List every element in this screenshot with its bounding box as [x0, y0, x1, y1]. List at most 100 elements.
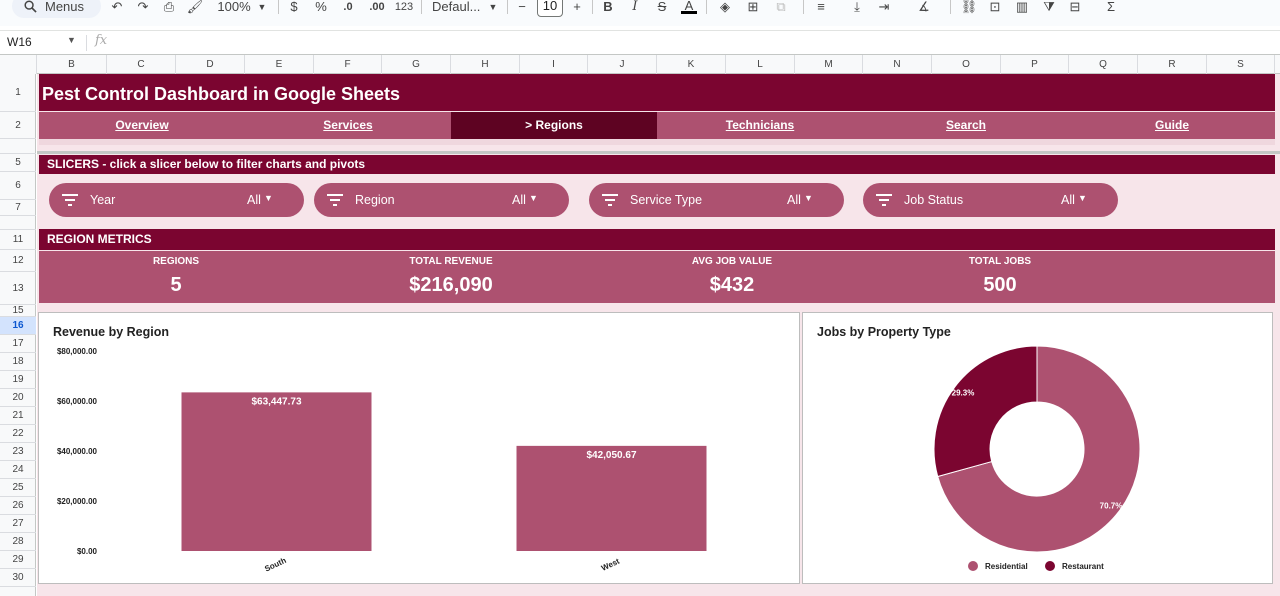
column-header[interactable]: E	[245, 55, 314, 74]
number-format-button[interactable]: 123	[394, 0, 414, 14]
column-header[interactable]: O	[932, 55, 1001, 74]
column-header[interactable]: I	[520, 55, 588, 74]
column-header[interactable]: H	[451, 55, 520, 74]
row-header[interactable]: 12	[0, 250, 36, 272]
functions-button[interactable]: Σ	[1104, 0, 1118, 14]
revenue-by-region-chart[interactable]: Revenue by Region $0.00 $20,000.00 $40,000…	[38, 312, 800, 584]
row-header[interactable]: 5	[0, 154, 36, 172]
donut-slice[interactable]	[933, 345, 1038, 478]
chevron-down-icon[interactable]: ▼	[488, 0, 498, 14]
nav-tab-technicians[interactable]: Technicians	[657, 112, 863, 139]
fill-color-icon[interactable]: ◈	[716, 0, 734, 14]
column-header[interactable]: N	[863, 55, 932, 74]
select-all-corner[interactable]	[0, 55, 37, 74]
search-menus-button[interactable]: Menus	[12, 0, 101, 18]
chevron-down-icon[interactable]: ▼	[67, 35, 76, 45]
slicer-region[interactable]: Region All ▼	[314, 183, 569, 217]
row-header[interactable]: 26	[0, 497, 36, 515]
column-header[interactable]: B	[37, 55, 107, 74]
row-header[interactable]: 2	[0, 112, 36, 139]
chevron-down-icon[interactable]: ▼	[257, 0, 267, 14]
insert-comment-icon[interactable]: ⊡	[987, 0, 1003, 14]
text-wrap-icon[interactable]: ⇥	[877, 0, 891, 14]
filter-icon[interactable]: ⧩	[1041, 0, 1057, 14]
row-header[interactable]: 6	[0, 172, 36, 200]
font-select[interactable]: Defaul...	[432, 0, 488, 14]
strikethrough-button[interactable]: S	[655, 0, 669, 14]
column-header[interactable]: S	[1207, 55, 1275, 74]
nav-tab-regions[interactable]: > Regions	[451, 112, 657, 139]
column-header[interactable]: J	[588, 55, 657, 74]
row-header-selected[interactable]: 16	[0, 317, 36, 335]
row-header[interactable]	[0, 139, 36, 154]
vertical-align-icon[interactable]: ⤓	[850, 0, 864, 14]
bar[interactable]	[516, 445, 707, 551]
nav-tab-search[interactable]: Search	[863, 112, 1069, 139]
row-header[interactable]: 15	[0, 305, 36, 317]
row-header[interactable]: 24	[0, 461, 36, 479]
name-box[interactable]: W16	[7, 35, 32, 49]
column-header[interactable]: R	[1138, 55, 1207, 74]
row-header[interactable]: 23	[0, 443, 36, 461]
align-left-icon[interactable]: ≡	[813, 0, 829, 14]
percent-format-button[interactable]: %	[313, 0, 329, 14]
currency-format-button[interactable]: $	[287, 0, 301, 14]
freeze-divider[interactable]	[37, 151, 1280, 154]
column-header[interactable]: C	[107, 55, 176, 74]
undo-icon[interactable]: ↶	[109, 0, 125, 14]
row-header[interactable]: 19	[0, 371, 36, 389]
column-header[interactable]: P	[1001, 55, 1069, 74]
bar[interactable]	[181, 392, 372, 551]
row-header[interactable]: 18	[0, 353, 36, 371]
paint-format-icon[interactable]: 🖌	[186, 0, 204, 14]
row-header[interactable]: 7	[0, 200, 36, 216]
insert-chart-icon[interactable]: ▥	[1014, 0, 1030, 14]
row-header[interactable]	[0, 216, 36, 230]
row-header[interactable]: 20	[0, 389, 36, 407]
row-header[interactable]: 29	[0, 551, 36, 569]
text-rotation-icon[interactable]: ∡	[917, 0, 931, 14]
column-header[interactable]: D	[176, 55, 245, 74]
slicer-year[interactable]: Year All ▼	[49, 183, 304, 217]
row-header[interactable]: 25	[0, 479, 36, 497]
merge-cells-icon[interactable]: ⧉	[772, 0, 790, 14]
filter-icon	[876, 194, 892, 206]
filter-views-icon[interactable]: ⊟	[1066, 0, 1084, 14]
row-header[interactable]: 13	[0, 272, 36, 305]
column-header[interactable]: F	[314, 55, 382, 74]
row-header[interactable]: 27	[0, 515, 36, 533]
slicer-job-status[interactable]: Job Status All ▼	[863, 183, 1118, 217]
insert-link-icon[interactable]: ⛓	[960, 0, 978, 14]
nav-tab-services[interactable]: Services	[245, 112, 451, 139]
column-header[interactable]: K	[657, 55, 726, 74]
decrease-decimal-button[interactable]: .0	[338, 0, 358, 14]
zoom-select[interactable]: 100%	[216, 0, 252, 14]
row-header[interactable]: 1	[0, 74, 36, 112]
column-header[interactable]: G	[382, 55, 451, 74]
row-header[interactable]: 22	[0, 425, 36, 443]
decrease-font-size-icon[interactable]: −	[516, 0, 528, 14]
bold-button[interactable]: B	[602, 0, 614, 14]
italic-button[interactable]: I	[629, 0, 641, 14]
nav-tab-guide[interactable]: Guide	[1069, 112, 1275, 139]
increase-font-size-icon[interactable]: +	[570, 0, 584, 14]
row-header[interactable]: 30	[0, 569, 36, 587]
column-header[interactable]: Q	[1069, 55, 1138, 74]
column-header[interactable]: L	[726, 55, 795, 74]
row-header[interactable]: 11	[0, 230, 36, 250]
redo-icon[interactable]: ↷	[135, 0, 151, 14]
text-color-button[interactable]: A	[681, 0, 697, 14]
print-icon[interactable]: ⎙	[160, 0, 178, 14]
slicer-value: All	[247, 193, 261, 207]
font-size-input[interactable]: 10	[537, 0, 563, 17]
borders-icon[interactable]: ⊞	[745, 0, 761, 14]
increase-decimal-button[interactable]: .00	[366, 0, 388, 14]
row-header[interactable]: 17	[0, 335, 36, 353]
column-header[interactable]: M	[795, 55, 863, 74]
row-header[interactable]: 28	[0, 533, 36, 551]
jobs-by-property-type-chart[interactable]: Jobs by Property Type 70.7% 29.3% Resident…	[802, 312, 1273, 584]
nav-tab-overview[interactable]: Overview	[39, 112, 245, 139]
slicer-label: Year	[90, 193, 116, 207]
row-header[interactable]: 21	[0, 407, 36, 425]
slicer-service-type[interactable]: Service Type All ▼	[589, 183, 844, 217]
